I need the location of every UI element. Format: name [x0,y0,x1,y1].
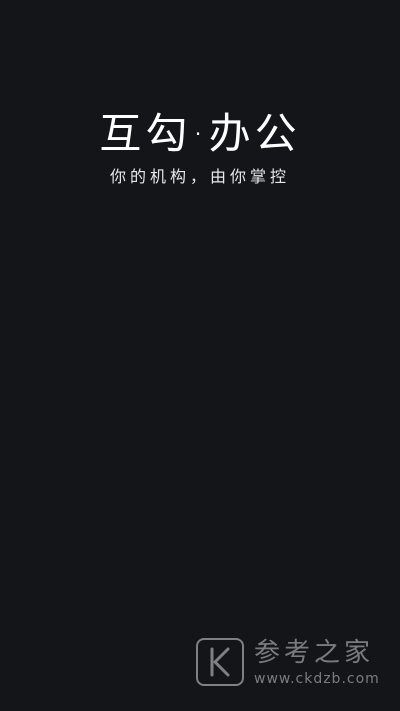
watermark-logo-icon [196,638,244,686]
app-title: 互勾·办公 [99,109,301,158]
watermark-site-name: 参考之家 [254,638,375,668]
watermark-site-url: www.ckdzb.com [254,671,380,687]
watermark: 参考之家 www.ckdzb.com [196,638,396,690]
splash-screen: 互勾·办公 你的机构，由你掌控 参考之家 www.ckdzb.com [0,0,400,711]
app-tagline: 你的机构，由你掌控 [109,167,290,186]
brand-block: 互勾·办公 你的机构，由你掌控 [0,108,400,188]
